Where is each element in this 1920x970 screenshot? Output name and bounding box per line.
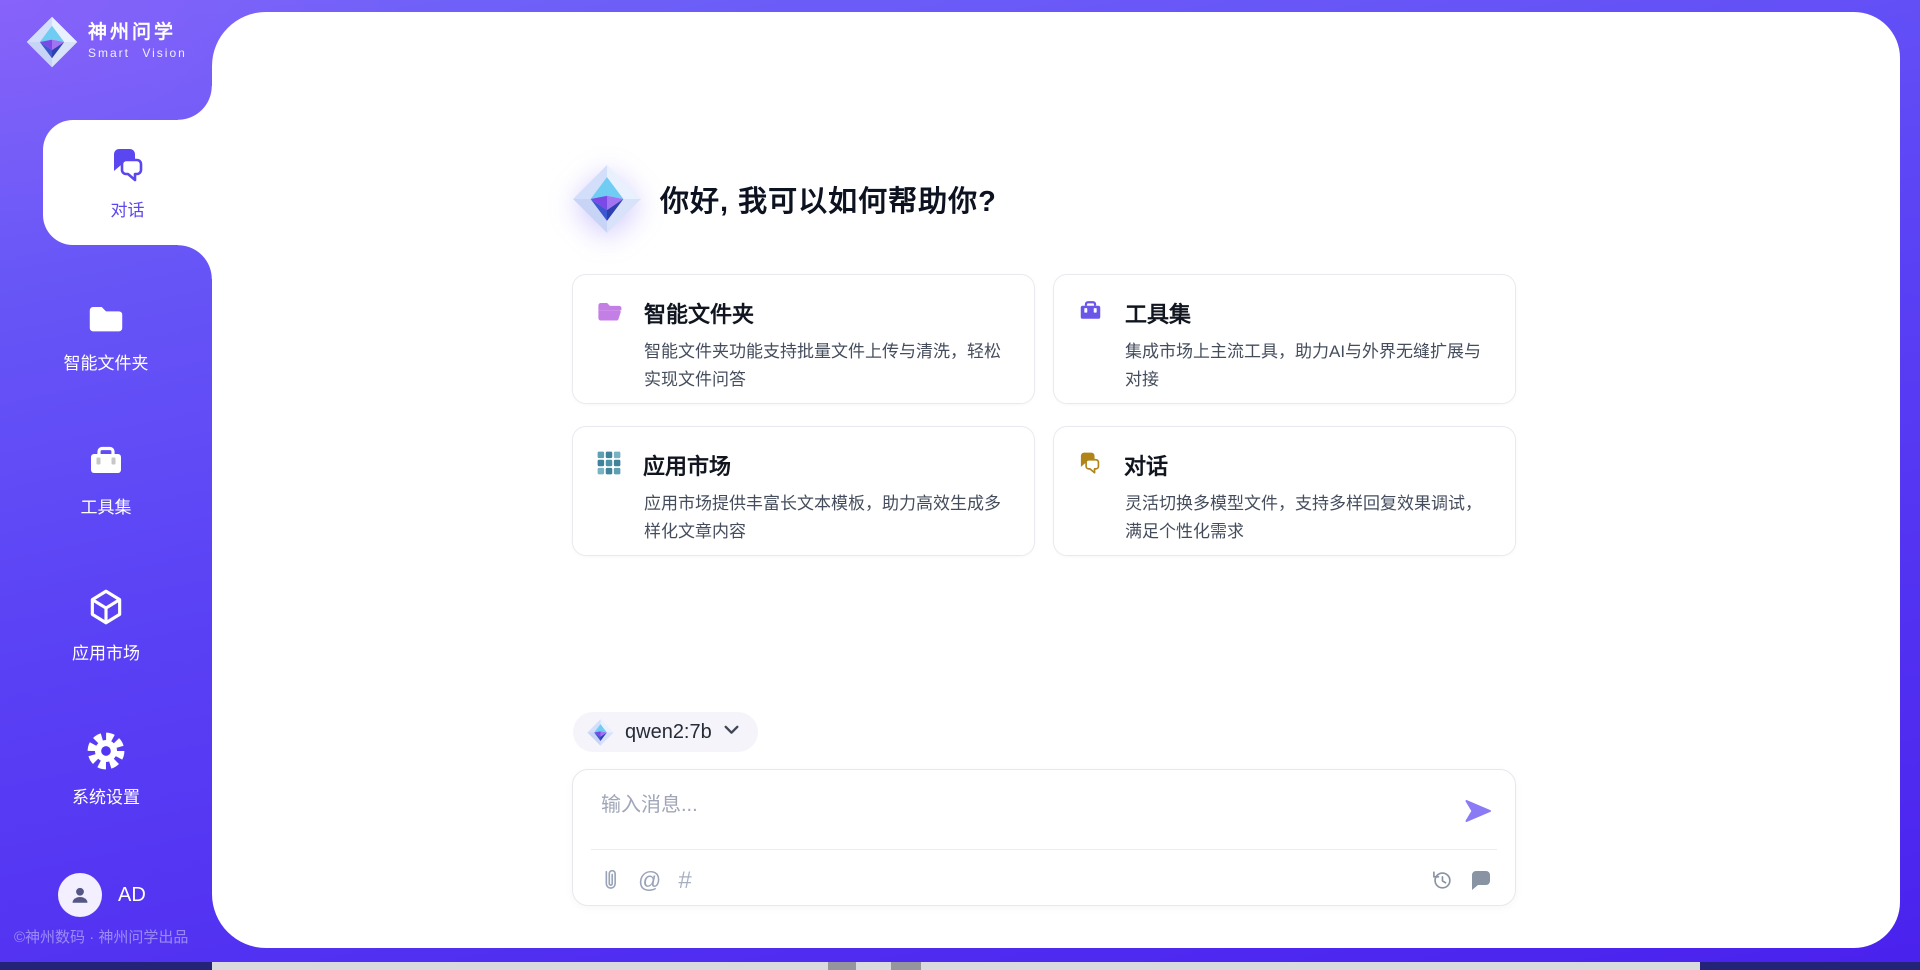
sidebar-item-chat[interactable]: 对话 (43, 120, 212, 245)
greeting-text: 你好, 我可以如何帮助你? (660, 178, 997, 220)
card-toolset[interactable]: 工具集 集成市场上主流工具，助力AI与外界无缝扩展与对接 (1053, 274, 1516, 404)
folder-icon (85, 298, 127, 343)
copyright-footer: ©神州数码 · 神州问学出品 (14, 926, 188, 947)
brand-logo: 神州问学 Smart Vision (26, 16, 212, 68)
person-icon (67, 882, 93, 908)
sidebar-item-settings[interactable]: 系统设置 (0, 730, 212, 808)
message-input[interactable] (599, 786, 1443, 842)
card-description: 应用市场提供丰富长文本模板，助力高效生成多样化文章内容 (644, 490, 1004, 546)
model-gem-icon (587, 719, 614, 746)
folder-open-icon (596, 298, 623, 329)
card-description: 智能文件夹功能支持批量文件上传与清洗，轻松实现文件问答 (644, 338, 1004, 394)
gear-icon (85, 730, 127, 777)
mention-button[interactable]: @ (638, 869, 661, 892)
sidebar-item-label: 工具集 (0, 493, 212, 518)
sidebar-item-label: 应用市场 (0, 639, 212, 664)
chat-bubble-icon (1469, 868, 1493, 892)
hash-icon: # (678, 869, 691, 892)
message-composer: @ # (572, 769, 1516, 906)
brand-subtitle: Smart Vision (88, 46, 187, 60)
card-description: 集成市场上主流工具，助力AI与外界无缝扩展与对接 (1125, 338, 1485, 394)
model-name: qwen2:7b (625, 721, 712, 744)
window-bottom-edge (0, 962, 1920, 970)
sidebar-item-label: 智能文件夹 (0, 349, 212, 374)
chat-icon (43, 120, 212, 190)
toolbox-icon (1077, 298, 1104, 329)
at-icon: @ (638, 869, 661, 892)
sidebar-item-label: 对话 (43, 196, 212, 221)
card-description: 灵活切换多模型文件，支持多样回复效果调试，满足个性化需求 (1125, 490, 1485, 546)
main-panel: 你好, 我可以如何帮助你? 智能文件夹 智能文件夹功能支持批量文件上传与清洗，轻… (212, 12, 1900, 948)
send-icon (1463, 796, 1493, 826)
grid-icon (596, 450, 622, 481)
sidebar-item-label: 系统设置 (0, 783, 212, 808)
brand-gem-icon (26, 16, 78, 68)
user-initials: AD (118, 884, 146, 907)
sidebar-item-app-market[interactable]: 应用市场 (0, 586, 212, 664)
card-app-market[interactable]: 应用市场 应用市场提供丰富长文本模板，助力高效生成多样化文章内容 (572, 426, 1035, 556)
attach-button[interactable] (599, 866, 621, 894)
user-account[interactable]: AD (58, 873, 146, 917)
avatar (58, 873, 102, 917)
sidebar: 神州问学 Smart Vision 对话 智能文件夹 (0, 0, 212, 962)
brand-name: 神州问学 (88, 22, 176, 43)
composer-divider (591, 849, 1497, 850)
card-title: 对话 (1124, 449, 1168, 481)
cube-icon (85, 586, 127, 633)
sidebar-item-smart-folder[interactable]: 智能文件夹 (0, 298, 212, 374)
history-icon (1430, 868, 1454, 892)
chevron-down-icon (723, 723, 740, 741)
feature-cards: 智能文件夹 智能文件夹功能支持批量文件上传与清洗，轻松实现文件问答 工具集 集成… (572, 274, 1516, 556)
chat-icon (1077, 450, 1103, 481)
card-title: 工具集 (1125, 297, 1191, 329)
card-chat[interactable]: 对话 灵活切换多模型文件，支持多样回复效果调试，满足个性化需求 (1053, 426, 1516, 556)
card-smart-folder[interactable]: 智能文件夹 智能文件夹功能支持批量文件上传与清洗，轻松实现文件问答 (572, 274, 1035, 404)
topic-button[interactable]: # (678, 869, 691, 892)
history-button[interactable] (1430, 868, 1454, 892)
send-button[interactable] (1463, 796, 1493, 826)
model-selector[interactable]: qwen2:7b (573, 712, 758, 752)
paperclip-icon (599, 866, 621, 894)
conversation-button[interactable] (1469, 868, 1493, 892)
assistant-gem-icon (572, 164, 642, 234)
sidebar-item-toolset[interactable]: 工具集 (0, 442, 212, 518)
card-title: 应用市场 (643, 449, 731, 481)
composer-toolbar: @ # (599, 862, 1493, 898)
greeting-row: 你好, 我可以如何帮助你? (572, 164, 997, 234)
card-title: 智能文件夹 (644, 297, 754, 329)
toolbox-icon (85, 442, 127, 487)
